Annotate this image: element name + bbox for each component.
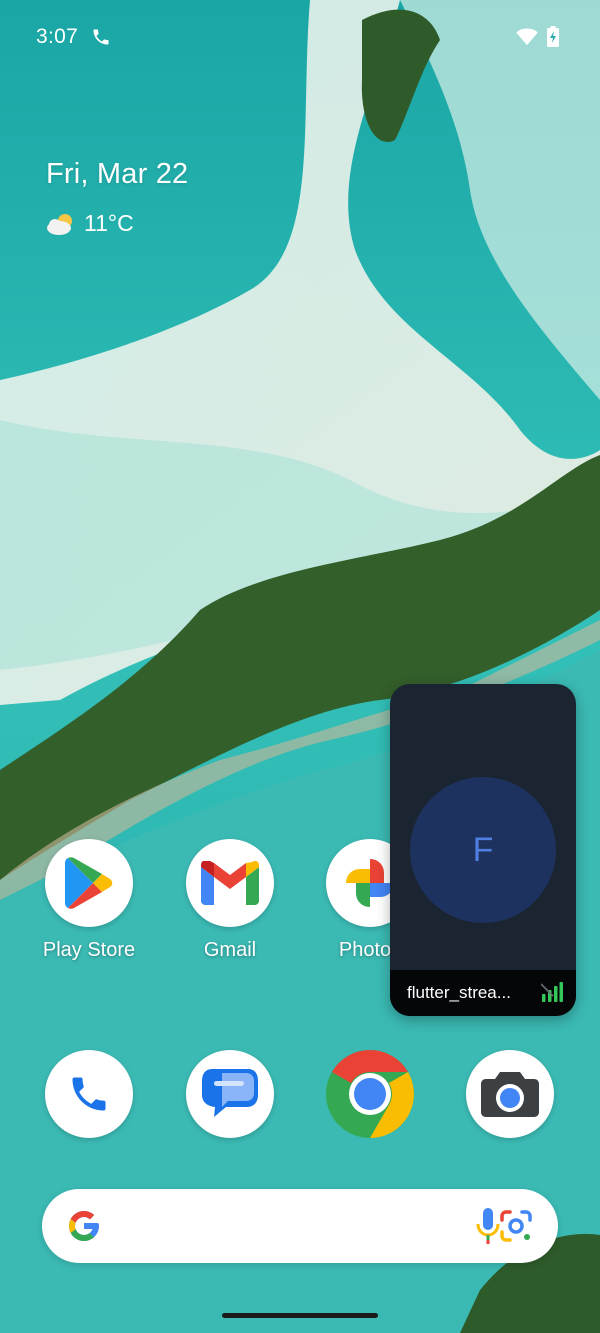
- google-lens-icon[interactable]: [498, 1208, 534, 1244]
- dock-camera[interactable]: [450, 1050, 570, 1138]
- bubble-avatar-initial: F: [472, 830, 494, 869]
- app-gmail[interactable]: Gmail: [170, 839, 290, 962]
- app-label: Gmail: [203, 939, 257, 961]
- app-icon-circle[interactable]: [466, 1050, 554, 1138]
- dock-messages[interactable]: [170, 1050, 290, 1138]
- dock-chrome[interactable]: [310, 1050, 430, 1138]
- signal-strength-icon: [541, 982, 563, 1002]
- wifi-icon: [516, 28, 538, 46]
- google-search-bar[interactable]: [42, 1189, 558, 1263]
- camera-icon: [481, 1072, 539, 1117]
- play-store-icon: [65, 857, 113, 909]
- glance-date[interactable]: Fri, Mar 22: [46, 158, 188, 191]
- chrome-icon: [326, 1050, 414, 1138]
- google-g-icon: [69, 1211, 99, 1241]
- battery-charging-icon: [547, 26, 559, 47]
- messages-icon: [202, 1069, 258, 1117]
- app-icon-circle[interactable]: [186, 839, 274, 927]
- partly-cloudy-icon: [47, 213, 72, 235]
- app-icon-circle[interactable]: [45, 839, 133, 927]
- gmail-icon: [201, 861, 259, 905]
- status-bar: 3:07: [0, 0, 600, 72]
- app-play-store[interactable]: Play Store: [29, 839, 149, 962]
- glance-weather[interactable]: 11°C: [46, 210, 134, 237]
- bubble-avatar[interactable]: F: [410, 777, 556, 923]
- gesture-navigation-bar[interactable]: [222, 1313, 378, 1318]
- app-icon-circle[interactable]: [186, 1050, 274, 1138]
- app-icon-circle[interactable]: [326, 1050, 414, 1138]
- glance-temperature: 11°C: [84, 210, 134, 236]
- phone-call-icon: [93, 29, 109, 45]
- bubble-footer: flutter_strea...: [390, 970, 576, 1016]
- bubble-title: flutter_strea...: [407, 983, 511, 1002]
- app-icon-circle[interactable]: [45, 1050, 133, 1138]
- status-time: 3:07: [36, 25, 79, 48]
- dock-phone[interactable]: [29, 1050, 149, 1138]
- phone-icon: [72, 1077, 106, 1111]
- floating-app-bubble[interactable]: F flutter_strea...: [390, 684, 576, 1016]
- app-label: Play Store: [42, 939, 136, 961]
- at-a-glance-widget[interactable]: Fri, Mar 22 11°C: [46, 158, 188, 236]
